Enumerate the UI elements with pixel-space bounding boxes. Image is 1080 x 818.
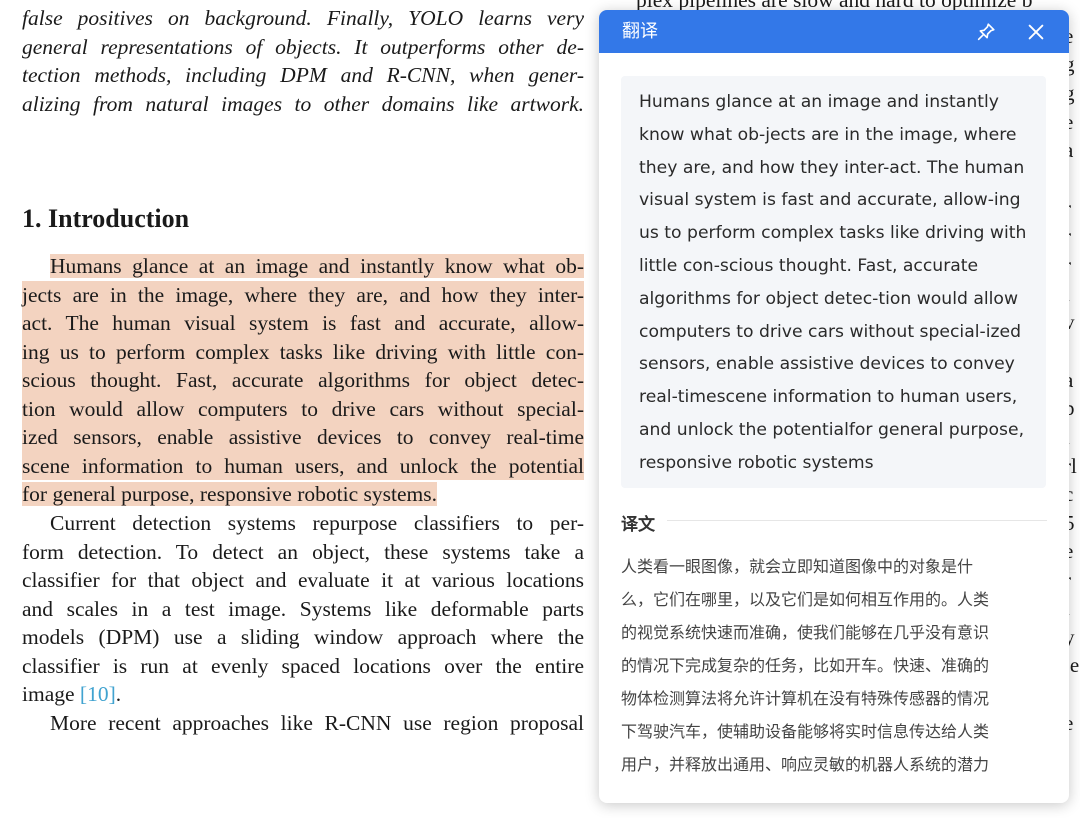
highlighted-line: Humans glance at an image and instantly … [50,254,584,278]
source-line: responsive robotic systems [639,452,874,473]
translation-line: 用户，并释放出通用、响应灵敏的机器人系统的潜力 [621,755,990,774]
source-line: Humans glance at an image and instantly [639,92,999,112]
highlighted-line: scene information to human users, and un… [22,451,584,480]
source-line: sensors, enable assistive devices to con… [639,354,1015,375]
source-line: us to perform complex tasks like driving… [639,223,1027,244]
highlighted-line: for general purpose, responsive robotic … [22,482,437,506]
translation-line: 下驾驶汽车，使辅助设备能够将实时信息传达给人类 [621,722,990,741]
text-line: general representations of objects. It o… [22,34,584,59]
citation-link[interactable]: [10] [80,682,116,706]
text-line: classifier is run at evenly spaced locat… [22,653,584,678]
body-paragraph: Current detection systems repurpose clas… [22,509,584,737]
highlighted-line: ized sensors, enable assistive devices t… [22,423,584,452]
source-text: Humans glance at an image and instantly … [639,86,1034,480]
divider [667,520,1047,521]
source-line: and unlock the potentialfor general purp… [639,419,1025,440]
source-line: little con-scious thought. Fast, accurat… [639,255,979,276]
source-line: algorithms for object detec-tion would a… [639,288,1018,309]
highlighted-line: scious thought. Fast, accurate algorithm… [22,366,584,395]
highlighted-paragraph[interactable]: Humans glance at an image and instantly … [22,252,584,509]
section-heading: 1. Introduction [22,204,190,233]
text-line: . [115,682,122,706]
source-line: know what ob-jects are in the image, whe… [639,124,1017,145]
translation-text[interactable]: 人类看一眼图像，就会立即知道图像中的对象是什 么，它们在哪里，以及它们是如何相互… [621,550,1041,781]
source-line: visual system is fast and accurate, allo… [639,190,1021,211]
text-line: image [22,682,80,706]
translation-panel[interactable]: 翻译 Humans glance at an image and instant… [599,10,1069,803]
text-line: alizing from natural images to other dom… [22,91,584,116]
text-line: classifier for that object and evaluate … [22,568,584,592]
translation-line: 人类看一眼图像，就会立即知道图像中的对象是什 [621,557,974,576]
highlighted-line: tion would allow computers to drive cars… [22,394,584,423]
source-text-box[interactable]: Humans glance at an image and instantly … [621,76,1046,488]
source-line: they are, and how they inter-act. The hu… [639,157,1025,178]
close-icon[interactable] [1025,21,1047,43]
pin-icon[interactable] [975,21,997,43]
translation-line: 的情况下完成复杂的任务，比如开车。快速、准确的 [621,656,990,675]
source-line: computers to drive cars without special-… [639,321,1021,342]
text-line: tection methods, including DPM and R-CNN… [22,63,584,87]
highlighted-line: jects are in the image, where they are, … [22,280,584,309]
translation-line: 的视觉系统快速而准确，使我们能够在几乎没有意识 [621,623,990,642]
translation-line: 么，它们在哪里，以及它们是如何相互作用的。人类 [621,590,990,609]
text-line: false positives on background. Finally, … [22,6,584,30]
translation-label: 译文 [621,515,655,535]
source-line: real-timescene information to human user… [639,387,1018,408]
text-line: models (DPM) use a sliding window approa… [22,625,584,649]
text-line: and scales in a test image. Systems like… [22,596,584,621]
translation-line: 物体检测算法将允许计算机在没有特殊传感器的情况 [621,689,990,708]
panel-title: 翻译 [622,21,658,42]
text-line: More recent approaches like R-CNN use re… [50,710,584,735]
panel-header[interactable]: 翻译 [599,10,1069,53]
text-line: Current detection systems repurpose clas… [50,511,584,535]
highlighted-line: ing us to perform complex tasks like dri… [22,337,584,366]
highlighted-line: act. The human visual system is fast and… [22,309,584,338]
abstract-end: false positives on background. Finally, … [22,4,584,118]
text-line: form detection. To detect an object, the… [22,539,584,564]
